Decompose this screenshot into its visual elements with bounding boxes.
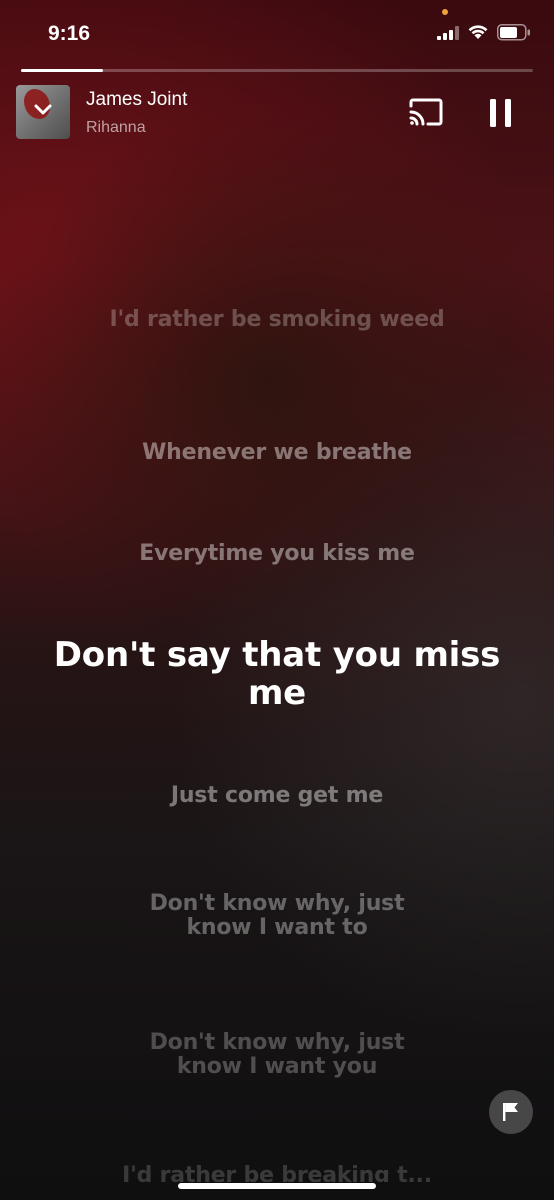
lyric-line[interactable]: Just come get me xyxy=(40,784,514,808)
signal-icon xyxy=(437,26,459,40)
lyric-line-active[interactable]: Don't say that you miss me xyxy=(30,636,524,712)
lyric-line[interactable]: Everytime you kiss me xyxy=(40,542,514,566)
cast-button[interactable] xyxy=(406,96,446,130)
report-lyrics-button[interactable] xyxy=(489,1090,533,1134)
lyric-line[interactable]: I'd rather be smoking weed xyxy=(40,308,514,332)
battery-icon xyxy=(497,24,530,41)
playback-progress-bar[interactable] xyxy=(21,69,533,72)
status-time: 9:16 xyxy=(48,22,91,45)
artist-name[interactable]: Rihanna xyxy=(86,119,146,137)
status-bar: 9:16 xyxy=(0,0,554,66)
lyric-line[interactable]: I'd rather be breaking t... xyxy=(40,1164,514,1182)
album-art[interactable] xyxy=(16,85,70,139)
pause-button[interactable] xyxy=(485,96,517,130)
lyric-line[interactable]: Whenever we breathe xyxy=(40,441,514,465)
lyric-line[interactable]: Don't know why, just know I want to xyxy=(130,892,424,940)
lyric-line[interactable]: Don't know why, just know I want you xyxy=(130,1031,424,1079)
wifi-icon xyxy=(468,25,488,39)
chevron-down-icon[interactable] xyxy=(33,103,53,117)
home-indicator[interactable] xyxy=(178,1183,376,1189)
flag-icon xyxy=(503,1103,518,1121)
cast-icon xyxy=(409,98,443,126)
song-title[interactable]: James Joint xyxy=(86,89,187,111)
playback-progress-fill xyxy=(21,69,103,72)
pause-icon xyxy=(490,99,511,127)
privacy-indicator-dot xyxy=(442,9,448,15)
